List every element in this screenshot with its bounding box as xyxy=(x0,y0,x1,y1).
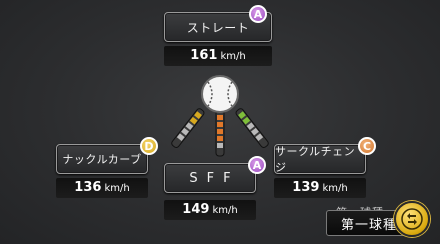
speed-knuckle-curve: 136 km/h xyxy=(56,178,148,198)
baseball-icon xyxy=(201,75,239,113)
pitch-sff-label: SFF xyxy=(189,170,240,186)
pitch-knuckle-curve-button[interactable]: ナックルカーブ xyxy=(56,144,148,174)
arm-bottom xyxy=(215,109,225,157)
grade-badge-circle-change: C xyxy=(358,137,376,155)
pitch-direction-diagram xyxy=(171,75,269,157)
arm-right xyxy=(235,108,269,149)
pitch-straight-label: ストレート xyxy=(186,20,250,35)
speed-sff: 149 km/h xyxy=(164,200,256,220)
speed-circle-change: 139 km/h xyxy=(274,178,366,198)
grade-badge-straight: A xyxy=(249,5,267,23)
pitch-sff-button[interactable]: SFF xyxy=(164,163,256,193)
speed-straight: 161 km/h xyxy=(164,46,272,66)
first-pitch-label: 第一球種 xyxy=(340,217,397,233)
cycle-arrows xyxy=(401,208,423,230)
pitch-knuckle-curve-label: ナックルカーブ xyxy=(62,153,142,166)
arm-left xyxy=(171,108,205,149)
cycle-icon[interactable] xyxy=(394,201,430,237)
